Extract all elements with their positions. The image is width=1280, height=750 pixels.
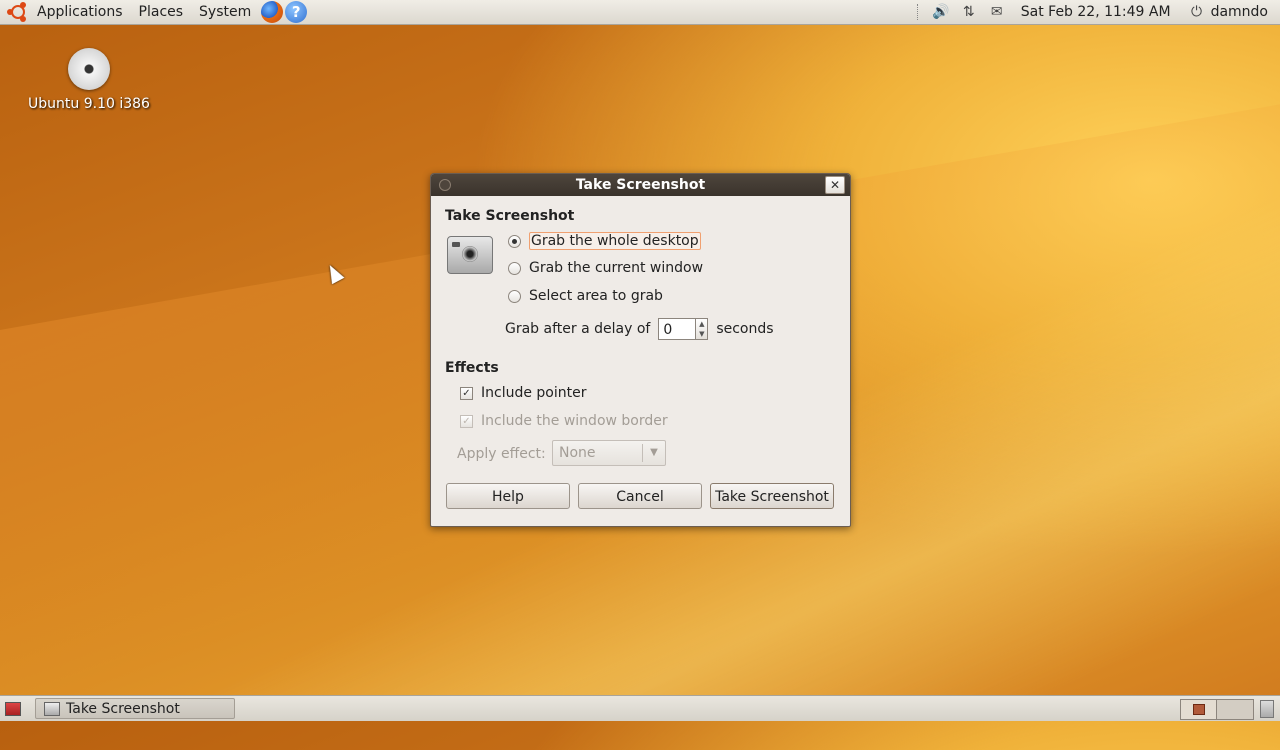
- option-current-window[interactable]: Grab the current window: [508, 260, 703, 276]
- desktop-icon-cd[interactable]: Ubuntu 9.10 i386: [25, 48, 153, 112]
- take-screenshot-button[interactable]: Take Screenshot: [710, 483, 834, 509]
- user-name[interactable]: damndo: [1211, 4, 1268, 20]
- apply-effect-select: None ▼: [552, 440, 666, 466]
- option-label: Grab the whole desktop: [529, 232, 701, 250]
- dialog-title: Take Screenshot: [575, 177, 706, 193]
- cancel-button[interactable]: Cancel: [578, 483, 702, 509]
- checkbox-include-border: ✓: [460, 414, 473, 428]
- mail-icon[interactable]: ✉: [987, 2, 1007, 22]
- system-tray: 🔊 ⇅ ✉ Sat Feb 22, 11:49 AM ⏻ damndo: [916, 0, 1280, 24]
- workspace-1[interactable]: [1180, 699, 1218, 720]
- checkbox-label: Include the window border: [481, 413, 668, 429]
- workspace-2[interactable]: [1216, 699, 1254, 720]
- firefox-icon[interactable]: [261, 1, 284, 23]
- clock[interactable]: Sat Feb 22, 11:49 AM: [1021, 4, 1171, 20]
- option-select-area[interactable]: Select area to grab: [508, 288, 663, 304]
- chevron-down-icon: ▼: [642, 444, 665, 462]
- option-label: Grab the current window: [529, 260, 704, 276]
- checkbox-label: Include pointer: [481, 385, 587, 401]
- apply-effect-value: None: [559, 445, 596, 461]
- delay-label: Grab after a delay of: [505, 321, 651, 337]
- camera-icon: [447, 236, 493, 274]
- radio-select-area[interactable]: [508, 289, 521, 303]
- tray-separator: [916, 4, 921, 20]
- network-icon[interactable]: ⇅: [959, 2, 979, 22]
- close-icon[interactable]: ✕: [825, 176, 845, 194]
- radio-current-window[interactable]: [508, 261, 521, 275]
- delay-row: Grab after a delay of 0 ▲ ▼ seconds: [505, 318, 774, 340]
- ubuntu-logo-icon[interactable]: [7, 1, 29, 23]
- taskbar-item-label: Take Screenshot: [66, 700, 180, 717]
- screenshot-app-icon: [44, 701, 60, 716]
- top-panel: Applications Places System ? 🔊 ⇅ ✉ Sat F…: [0, 0, 1280, 25]
- option-include-border: ✓ Include the window border: [460, 413, 668, 429]
- delay-unit: seconds: [716, 321, 774, 337]
- section-title-capture: Take Screenshot: [445, 208, 575, 224]
- volume-icon[interactable]: 🔊: [931, 2, 951, 22]
- section-title-effects: Effects: [445, 360, 499, 376]
- help-button[interactable]: Help: [446, 483, 570, 509]
- power-icon[interactable]: ⏻: [1187, 2, 1207, 22]
- menu-system[interactable]: System: [191, 0, 259, 24]
- desktop-icon-label: Ubuntu 9.10 i386: [28, 96, 150, 112]
- apply-effect-label: Apply effect:: [457, 446, 546, 462]
- delay-input[interactable]: 0: [658, 318, 697, 340]
- option-label: Select area to grab: [529, 288, 663, 304]
- help-icon[interactable]: ?: [285, 1, 308, 23]
- checkbox-include-pointer[interactable]: ✓: [460, 386, 473, 400]
- radio-whole-desktop[interactable]: [508, 234, 521, 248]
- option-whole-desktop[interactable]: Grab the whole desktop: [508, 232, 701, 250]
- window-menu-icon[interactable]: [439, 179, 451, 191]
- option-include-pointer[interactable]: ✓ Include pointer: [460, 385, 587, 401]
- bottom-panel: Take Screenshot: [0, 695, 1280, 721]
- cd-icon: [68, 48, 110, 90]
- menu-places[interactable]: Places: [131, 0, 192, 24]
- show-desktop-icon[interactable]: [5, 702, 21, 716]
- menu-applications[interactable]: Applications: [29, 0, 131, 24]
- dialog-titlebar[interactable]: Take Screenshot ✕: [431, 174, 850, 196]
- taskbar-item-take-screenshot[interactable]: Take Screenshot: [35, 698, 235, 719]
- delay-stepper[interactable]: ▲ ▼: [696, 318, 709, 340]
- take-screenshot-dialog: Take Screenshot ✕ Take Screenshot Grab t…: [430, 173, 851, 527]
- trash-icon[interactable]: [1260, 700, 1274, 718]
